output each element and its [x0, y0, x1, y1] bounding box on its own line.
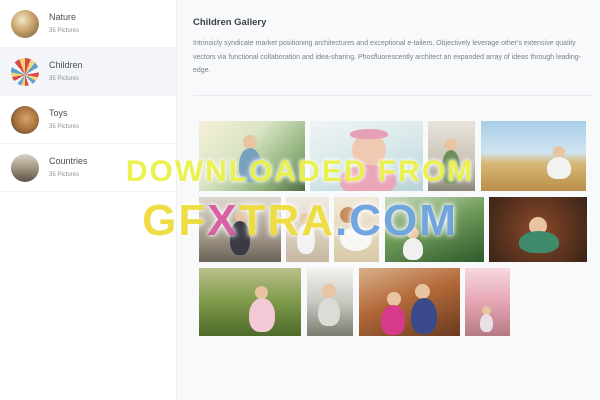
- children-thumbnail: [11, 57, 39, 86]
- gallery-photo[interactable]: [465, 268, 510, 336]
- gallery-photo[interactable]: [286, 197, 329, 262]
- nature-thumbnail: [11, 9, 39, 38]
- gallery-photo[interactable]: [359, 268, 460, 336]
- gallery-photo[interactable]: [307, 268, 353, 336]
- category-sidebar: Nature 35 Pictures Children 35 Pictures …: [0, 0, 177, 400]
- toys-thumbnail: [11, 105, 39, 134]
- gallery-photo[interactable]: [334, 197, 379, 262]
- category-count: 35 Pictures: [49, 28, 80, 34]
- gallery-photo[interactable]: [199, 121, 305, 191]
- category-name: Nature: [49, 12, 77, 22]
- gallery-photo[interactable]: [310, 121, 423, 191]
- gallery-photo[interactable]: [481, 121, 586, 191]
- gallery-description: Intrinsicly syndicate market positioning…: [193, 40, 581, 74]
- gallery-photo[interactable]: [428, 121, 475, 191]
- category-item-countries[interactable]: Countries 35 Pictures: [0, 144, 176, 192]
- category-name: Countries: [49, 156, 88, 166]
- gallery-photo[interactable]: [199, 197, 281, 262]
- category-name: Toys: [49, 108, 68, 118]
- category-name: Children: [49, 60, 83, 70]
- gallery-photo[interactable]: [385, 197, 484, 262]
- category-count: 35 Pictures: [49, 124, 80, 130]
- gallery-panel: Children Gallery Intrinsicly syndicate m…: [177, 0, 600, 400]
- countries-thumbnail: [11, 153, 39, 182]
- category-item-toys[interactable]: Toys 35 Pictures: [0, 96, 176, 144]
- category-item-children[interactable]: Children 35 Pictures: [0, 48, 176, 96]
- category-count: 35 Pictures: [49, 172, 80, 178]
- gallery-title: Children Gallery: [193, 17, 267, 28]
- category-item-nature[interactable]: Nature 35 Pictures: [0, 0, 176, 48]
- category-count: 35 Pictures: [49, 76, 80, 82]
- divider: [193, 95, 593, 96]
- gallery-photo[interactable]: [199, 268, 301, 336]
- gallery-photo[interactable]: [489, 197, 587, 262]
